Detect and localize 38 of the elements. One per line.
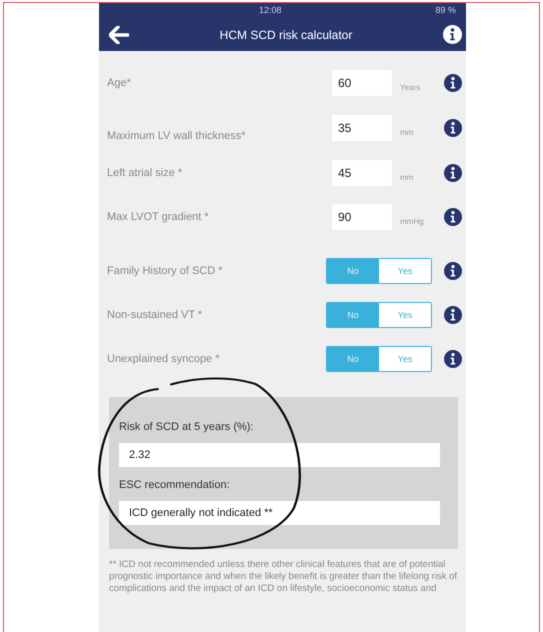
- info-icon[interactable]: [443, 25, 462, 44]
- info-icon[interactable]: [444, 306, 462, 324]
- field-label: Family History of SCD *: [107, 265, 224, 277]
- info-icon[interactable]: [444, 119, 462, 137]
- unit-label: mm: [399, 172, 414, 182]
- footnote-text: ** ICD not recommended unless there other clinical features that are of potential prognostic importance and when the likely benefit is greater than the lifelong risk of complications and the impact of an ICD on lifestyle, socioeconomic status and: [109, 559, 458, 595]
- toggle-option[interactable]: Yes: [379, 347, 431, 371]
- field-label: Age*: [107, 77, 132, 89]
- status-time: 12:08: [259, 5, 282, 17]
- info-icon[interactable]: [444, 74, 462, 92]
- screen-title: HCM SCD risk calculator: [220, 28, 352, 42]
- toggle-option[interactable]: No: [327, 259, 379, 283]
- result-label: ESC recommendation:: [119, 479, 231, 491]
- field-label: Max LVOT gradient *: [107, 211, 210, 223]
- number-field[interactable]: 90: [332, 204, 392, 230]
- field-label: Maximum LV wall thickness*: [107, 129, 247, 142]
- unit-label: Years: [399, 82, 422, 92]
- unit-label: mm: [399, 126, 414, 136]
- info-icon[interactable]: [444, 262, 462, 280]
- number-field[interactable]: 45: [332, 160, 392, 186]
- field-label: Left atrial size *: [107, 167, 184, 179]
- result-label: Risk of SCD at 5 years (%):: [119, 421, 254, 433]
- battery-level: 89 %: [435, 5, 456, 17]
- back-arrow-icon[interactable]: [109, 26, 129, 44]
- unit-label: mmHg: [399, 216, 425, 226]
- info-icon[interactable]: [444, 350, 462, 368]
- toggle-option[interactable]: No: [327, 303, 379, 327]
- number-field[interactable]: 60: [332, 70, 392, 96]
- info-icon[interactable]: [444, 208, 462, 226]
- result-field: ICD generally not indicated **: [119, 501, 440, 525]
- result-field: 2.32: [119, 443, 440, 467]
- toggle-option[interactable]: Yes: [379, 303, 431, 327]
- number-field[interactable]: 35: [332, 115, 392, 141]
- field-label: Non-sustained VT *: [107, 309, 204, 321]
- toggle-option[interactable]: No: [327, 347, 379, 371]
- toggle-option[interactable]: Yes: [379, 259, 431, 283]
- info-icon[interactable]: [444, 164, 462, 182]
- field-label: Unexplained syncope *: [107, 353, 221, 365]
